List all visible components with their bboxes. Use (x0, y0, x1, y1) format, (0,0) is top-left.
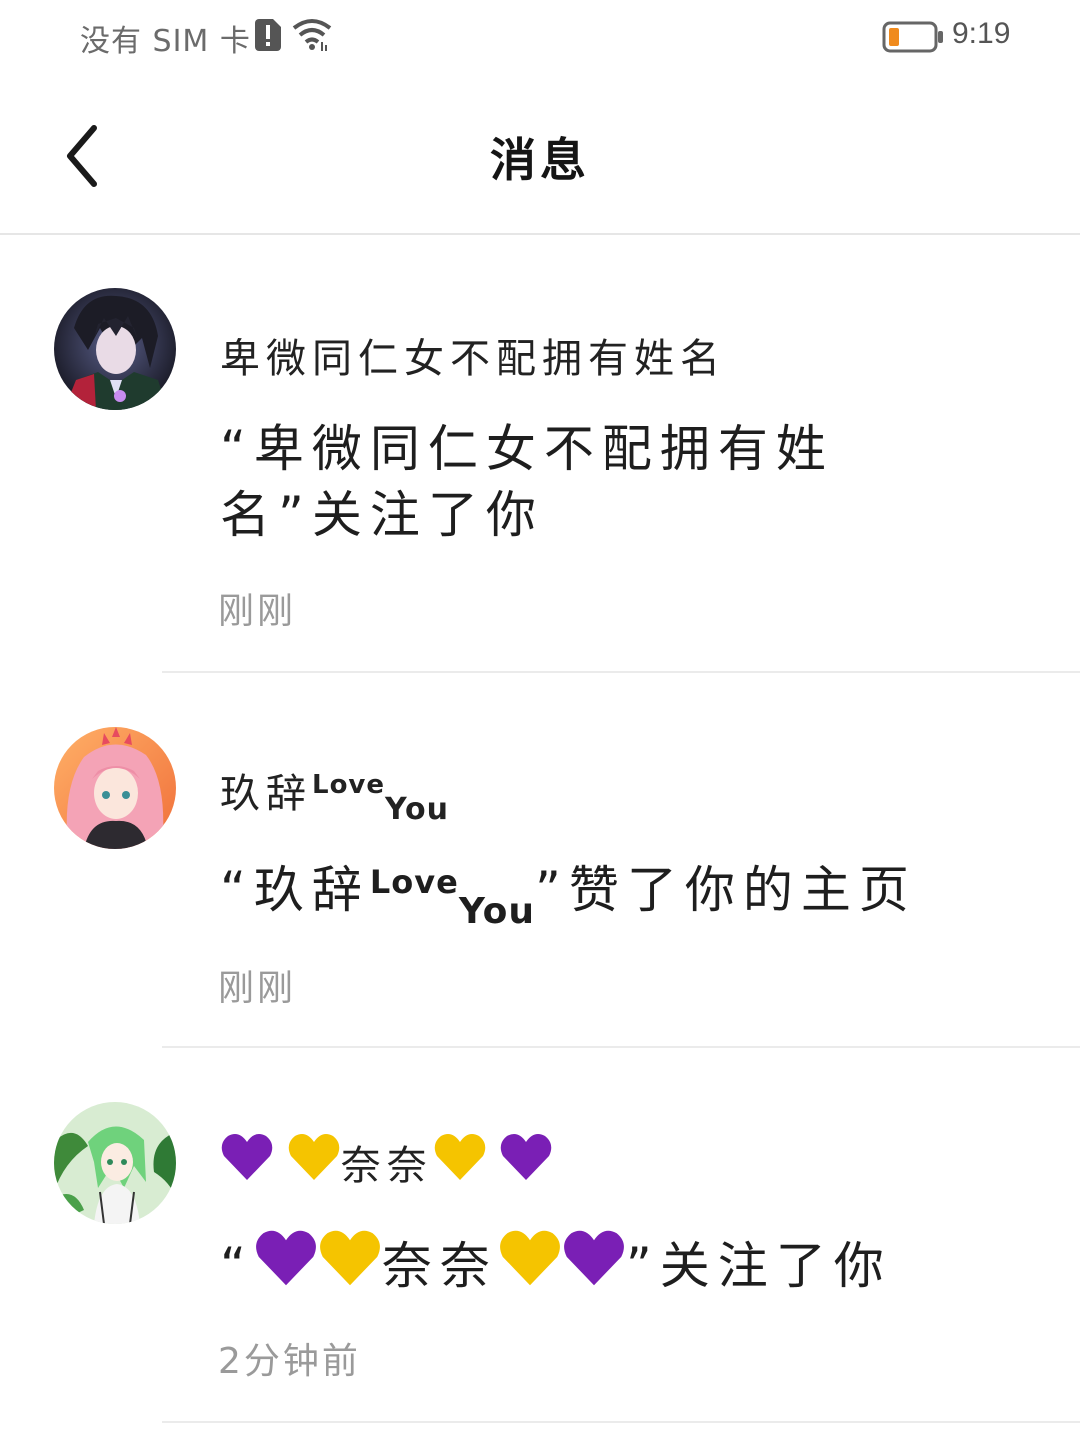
avatar[interactable] (54, 288, 176, 410)
sender-name-you: You (385, 792, 449, 827)
message-text-name: 奈奈 (381, 1237, 498, 1295)
yellow-heart-icon (433, 1132, 487, 1192)
message-item[interactable]: 玖辞LoveYou “玖辞LoveYou”赞了你的主页 刚刚 (0, 673, 1080, 1047)
carrier-label: 没有 SIM 卡 (80, 24, 251, 59)
wifi-icon (292, 18, 332, 52)
divider (162, 1421, 1080, 1423)
sim-alert-icon (255, 19, 281, 51)
message-text-close: ”关注了你 (625, 1237, 892, 1295)
yellow-heart-icon (498, 1228, 562, 1304)
sender-name: 卑微同仁女不配拥有姓名 (220, 336, 726, 382)
message-text-you: You (458, 891, 535, 932)
timestamp: 2分钟前 (218, 1341, 361, 1382)
message-text: “ 奈奈 ”关注了你 (220, 1228, 1080, 1304)
sender-name-main: 玖辞 (220, 771, 312, 817)
sender-name-love: Love (312, 770, 386, 800)
purple-heart-icon (254, 1228, 318, 1304)
sender-name-text: 奈奈 (340, 1143, 433, 1189)
yellow-heart-icon (287, 1132, 341, 1192)
message-text: “玖辞LoveYou”赞了你的主页 (220, 857, 1080, 932)
avatar[interactable] (54, 1102, 176, 1224)
timestamp: 刚刚 (218, 968, 297, 1009)
message-item[interactable]: 卑微同仁女不配拥有姓名 “卑微同仁女不配拥有姓名”关注了你 刚刚 (0, 234, 1080, 672)
purple-heart-icon (562, 1228, 626, 1304)
page-title: 消息 (490, 133, 590, 187)
header-bar: 消息 (0, 76, 1080, 235)
battery-icon (882, 21, 944, 53)
message-text: “卑微同仁女不配拥有姓名”关注了你 (220, 420, 834, 544)
timestamp: 刚刚 (218, 591, 297, 632)
message-text-open: “玖辞 (220, 861, 370, 919)
sender-name: 玖辞LoveYou (220, 761, 449, 827)
sender-name: 奈奈 (220, 1132, 553, 1192)
message-text-open: “ (220, 1237, 254, 1295)
yellow-heart-icon (318, 1228, 382, 1304)
message-text-love: Love (369, 863, 459, 901)
message-item[interactable]: 奈奈 “ 奈奈 ”关注了你 2分钟前 (0, 1048, 1080, 1422)
message-text-close: ”赞了你的主页 (534, 861, 917, 919)
purple-heart-icon (499, 1132, 553, 1192)
purple-heart-icon (220, 1132, 274, 1192)
avatar[interactable] (54, 727, 176, 849)
status-bar: 没有 SIM 卡 9:19 (0, 0, 1080, 76)
clock: 9:19 (952, 17, 1011, 50)
